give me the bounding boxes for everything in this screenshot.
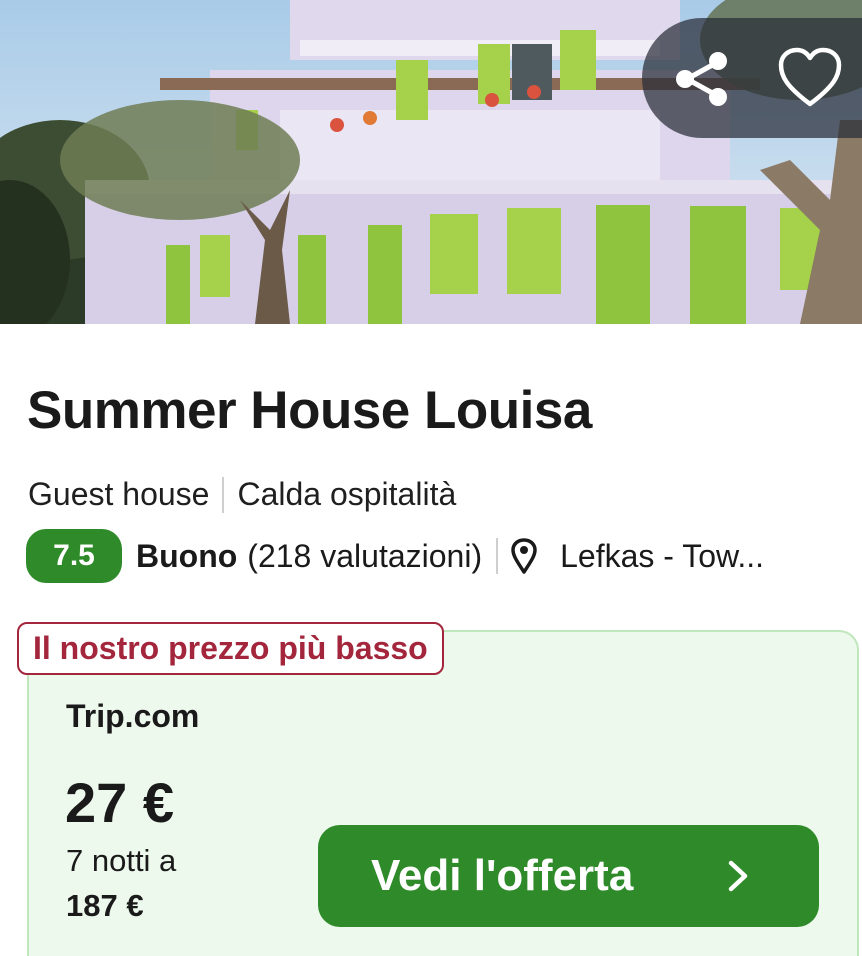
hotel-type: Guest house <box>28 476 210 512</box>
review-count[interactable]: (218 valutazioni) <box>247 538 482 575</box>
total-price: 187 € <box>66 888 144 923</box>
share-button[interactable] <box>672 48 734 110</box>
offer-provider: Trip.com <box>66 698 200 734</box>
hotel-tagline: Calda ospitalità <box>237 476 457 512</box>
view-offer-label: Vedi l'offerta <box>371 851 634 900</box>
view-offer-button[interactable]: Vedi l'offerta <box>318 825 819 927</box>
divider <box>496 538 499 574</box>
nights-text: 7 notti a <box>66 843 177 878</box>
rating-row: 7.5 Buono (218 valutazioni) Lefkas - Tow… <box>26 528 862 584</box>
map-pin-icon <box>511 538 537 574</box>
rating-word: Buono <box>136 537 238 574</box>
hotel-name: Summer House Louisa <box>27 381 592 440</box>
lowest-price-badge: Il nostro prezzo più basso <box>17 622 444 675</box>
favorite-button[interactable] <box>776 46 844 110</box>
hotel-meta: Guest house Calda ospitalità <box>28 476 456 513</box>
divider <box>222 476 225 513</box>
chevron-right-icon <box>728 860 748 892</box>
rating-score-badge[interactable]: 7.5 <box>26 529 122 583</box>
hotel-location[interactable]: Lefkas - Tow... <box>560 538 764 575</box>
heart-icon <box>778 47 842 107</box>
nightly-price: 27 € <box>65 771 174 834</box>
share-icon <box>676 52 727 106</box>
